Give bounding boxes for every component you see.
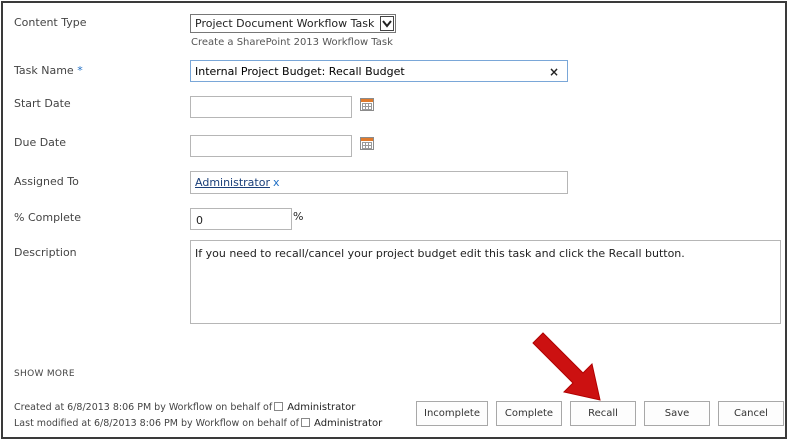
due-date-input[interactable] <box>190 135 352 157</box>
chevron-down-icon[interactable] <box>380 16 394 31</box>
remove-person-icon[interactable]: x <box>273 176 280 189</box>
calendar-icon[interactable] <box>360 137 374 150</box>
description-textarea[interactable]: If you need to recall/cancel your projec… <box>190 240 781 324</box>
assigned-to-people-picker[interactable]: Administrator x <box>190 171 568 194</box>
content-type-select[interactable]: Project Document Workflow Task <box>190 14 396 33</box>
content-type-label: Content Type <box>14 16 87 29</box>
content-type-value: Project Document Workflow Task <box>195 17 375 30</box>
modified-by-user[interactable]: Administrator <box>314 418 382 429</box>
incomplete-button[interactable]: Incomplete <box>416 401 488 426</box>
task-form-frame: Content Type Project Document Workflow T… <box>1 1 787 439</box>
percent-complete-value: 0 <box>196 214 203 227</box>
close-icon[interactable]: × <box>549 65 559 79</box>
percent-complete-label: % Complete <box>14 211 81 224</box>
required-marker: * <box>77 64 83 77</box>
due-date-label: Due Date <box>14 136 66 149</box>
task-name-label: Task Name * <box>14 64 83 77</box>
presence-checkbox-icon <box>274 402 284 411</box>
percent-unit: % <box>293 210 304 223</box>
save-button[interactable]: Save <box>644 401 710 426</box>
cancel-button[interactable]: Cancel <box>718 401 784 426</box>
show-more-link[interactable]: SHOW MORE <box>14 369 75 379</box>
description-label: Description <box>14 246 77 259</box>
task-name-value: Internal Project Budget: Recall Budget <box>195 65 405 78</box>
content-type-hint: Create a SharePoint 2013 Workflow Task <box>191 37 393 48</box>
created-by-user[interactable]: Administrator <box>287 402 355 413</box>
start-date-label: Start Date <box>14 97 71 110</box>
task-name-input[interactable]: Internal Project Budget: Recall Budget × <box>190 60 568 82</box>
modified-info: Last modified at 6/8/2013 8:06 PM by Wor… <box>14 418 382 429</box>
task-name-label-text: Task Name <box>14 64 74 77</box>
start-date-input[interactable] <box>190 96 352 118</box>
created-info: Created at 6/8/2013 8:06 PM by Workflow … <box>14 402 355 413</box>
created-text: Created at 6/8/2013 8:06 PM by Workflow … <box>14 402 273 413</box>
description-value: If you need to recall/cancel your projec… <box>195 247 685 260</box>
presence-checkbox-icon <box>301 418 311 427</box>
calendar-icon[interactable] <box>360 98 374 111</box>
assigned-person-link[interactable]: Administrator <box>195 176 270 189</box>
modified-text: Last modified at 6/8/2013 8:06 PM by Wor… <box>14 418 300 429</box>
assigned-to-label: Assigned To <box>14 175 79 188</box>
arrow-pointer-icon <box>529 329 609 409</box>
percent-complete-input[interactable]: 0 <box>190 208 292 230</box>
